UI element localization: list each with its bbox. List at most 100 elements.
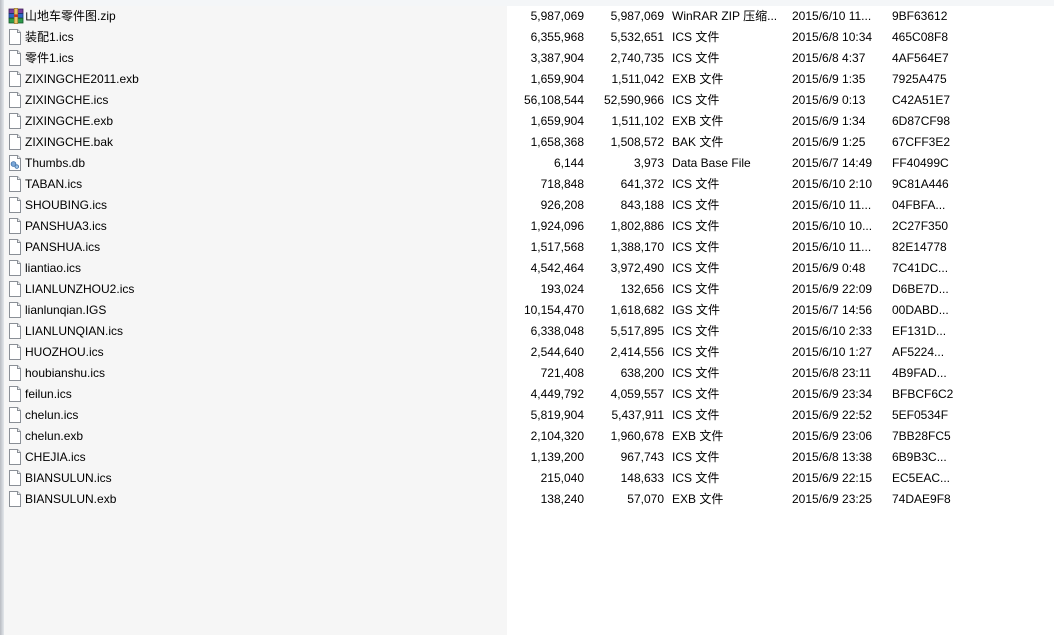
file-row[interactable]: houbianshu.ics 721,408 638,200 ICS 文件 2015/6… (4, 363, 964, 384)
file-packed: 5,437,911 (611, 408, 665, 422)
file-name: LIANLUNQIAN.ics (25, 324, 124, 338)
file-size: 138,240 (540, 492, 584, 506)
file-packed: 148,633 (620, 471, 664, 485)
blank-file-icon (8, 134, 22, 150)
file-name: ZIXINGCHE.exb (25, 114, 114, 128)
file-size: 718,848 (540, 177, 584, 191)
file-packed: 2,414,556 (610, 345, 664, 359)
file-type: EXB 文件 (672, 72, 724, 86)
file-size: 4,542,464 (530, 261, 584, 275)
blank-file-icon (8, 113, 22, 129)
file-type: EXB 文件 (672, 492, 724, 506)
file-type: BAK 文件 (672, 135, 724, 149)
file-type: ICS 文件 (672, 240, 720, 254)
file-row[interactable]: ZIXINGCHE.bak 1,658,368 1,508,572 BAK 文件 201… (4, 132, 964, 153)
file-row[interactable]: chelun.ics 5,819,904 5,437,911 ICS 文件 2015/6… (4, 405, 964, 426)
file-size: 1,659,904 (530, 72, 584, 86)
file-size: 6,144 (553, 156, 584, 170)
file-size: 2,104,320 (530, 429, 584, 443)
file-modified: 2015/6/9 23:06 (792, 429, 873, 443)
file-packed: 843,188 (620, 198, 664, 212)
file-modified: 2015/6/9 1:25 (792, 135, 866, 149)
file-size: 4,449,792 (530, 387, 584, 401)
file-crc: EF131D... (892, 324, 947, 338)
file-modified: 2015/6/7 14:49 (792, 156, 873, 170)
file-type: ICS 文件 (672, 93, 720, 107)
file-type: ICS 文件 (672, 261, 720, 275)
winrar-archive-icon (8, 8, 24, 24)
file-name: BIANSULUN.ics (25, 471, 112, 485)
file-type: ICS 文件 (672, 198, 720, 212)
file-row[interactable]: HUOZHOU.ics 2,544,640 2,414,556 ICS 文件 2015/… (4, 342, 964, 363)
file-modified: 2015/6/9 23:34 (792, 387, 873, 401)
file-type: ICS 文件 (672, 450, 720, 464)
file-modified: 2015/6/7 14:56 (792, 303, 873, 317)
file-packed: 4,059,557 (610, 387, 664, 401)
file-modified: 2015/6/10 10... (792, 219, 873, 233)
blank-file-icon (8, 491, 22, 507)
file-row[interactable]: Thumbs.db 6,144 3,973 Data Base File 2015/6/… (4, 153, 964, 174)
file-name: BIANSULUN.exb (25, 492, 117, 506)
file-modified: 2015/6/10 2:33 (792, 324, 873, 338)
file-size: 193,024 (540, 282, 584, 296)
blank-file-icon (8, 470, 22, 486)
file-row[interactable]: feilun.ics 4,449,792 4,059,557 ICS 文件 2015/6… (4, 384, 964, 405)
blank-file-icon (8, 281, 22, 297)
file-modified: 2015/6/8 13:38 (792, 450, 873, 464)
file-row[interactable]: 装配1.ics 6,355,968 5,532,651 ICS 文件 2015/6/8 … (4, 27, 964, 48)
file-crc: 00DABD... (892, 303, 949, 317)
file-row[interactable]: 山地车零件图.zip 5,987,069 5,987,069 WinRAR ZIP 压… (4, 6, 964, 27)
blank-file-icon (8, 71, 22, 87)
blank-file-icon (8, 386, 22, 402)
file-modified: 2015/6/9 22:15 (792, 471, 873, 485)
file-type: ICS 文件 (672, 30, 720, 44)
file-size: 215,040 (540, 471, 584, 485)
file-row[interactable]: ZIXINGCHE.ics 56,108,544 52,590,966 ICS 文件 2… (4, 90, 964, 111)
blank-file-icon (8, 92, 22, 108)
file-modified: 2015/6/10 1:27 (792, 345, 873, 359)
file-row[interactable]: ZIXINGCHE2011.exb 1,659,904 1,511,042 EXB 文… (4, 69, 964, 90)
file-modified: 2015/6/8 23:11 (792, 366, 872, 380)
file-name: CHEJIA.ics (25, 450, 86, 464)
file-size: 56,108,544 (523, 93, 584, 107)
file-row[interactable]: 零件1.ics 3,387,904 2,740,735 ICS 文件 2015/6/8 … (4, 48, 964, 69)
file-row[interactable]: TABAN.ics 718,848 641,372 ICS 文件 2015/6/10 2… (4, 174, 964, 195)
file-row[interactable]: PANSHUA3.ics 1,924,096 1,802,886 ICS 文件 2015… (4, 216, 964, 237)
file-list: 山地车零件图.zip 5,987,069 5,987,069 WinRAR ZIP 压… (4, 6, 964, 510)
file-modified: 2015/6/10 11... (792, 198, 872, 212)
file-crc: EC5EAC... (892, 471, 951, 485)
file-crc: 04FBFA... (892, 198, 946, 212)
file-name: LIANLUNZHOU2.ics (25, 282, 135, 296)
file-packed: 1,511,102 (611, 114, 665, 128)
file-crc: BFBCF6C2 (892, 387, 954, 401)
file-row[interactable]: ZIXINGCHE.exb 1,659,904 1,511,102 EXB 文件 201… (4, 111, 964, 132)
file-name: 装配1.ics (25, 30, 74, 44)
file-row[interactable]: liantiao.ics 4,542,464 3,972,490 ICS 文件 2015… (4, 258, 964, 279)
file-row[interactable]: lianlunqian.IGS 10,154,470 1,618,682 IGS 文件… (4, 300, 964, 321)
file-packed: 1,508,572 (610, 135, 664, 149)
file-crc: 7C41DC... (892, 261, 949, 275)
blank-file-icon (8, 50, 22, 66)
file-packed: 1,618,682 (610, 303, 664, 317)
file-crc: 82E14778 (892, 240, 947, 254)
file-row[interactable]: CHEJIA.ics 1,139,200 967,743 ICS 文件 2015/6/8… (4, 447, 964, 468)
file-row[interactable]: LIANLUNZHOU2.ics 193,024 132,656 ICS 文件 2015… (4, 279, 964, 300)
file-row[interactable]: chelun.exb 2,104,320 1,960,678 EXB 文件 2015/6… (4, 426, 964, 447)
file-row[interactable]: LIANLUNQIAN.ics 6,338,048 5,517,895 ICS 文件 2… (4, 321, 964, 342)
file-row[interactable]: BIANSULUN.ics 215,040 148,633 ICS 文件 2015/6/… (4, 468, 964, 489)
file-size: 1,659,904 (530, 114, 584, 128)
file-name: SHOUBING.ics (25, 198, 108, 212)
file-name: feilun.ics (25, 387, 72, 401)
file-row[interactable]: PANSHUA.ics 1,517,568 1,388,170 ICS 文件 2015/… (4, 237, 964, 258)
file-size: 3,387,904 (530, 51, 584, 65)
file-type: ICS 文件 (672, 282, 720, 296)
blank-file-icon (8, 428, 22, 444)
file-crc: FF40499C (892, 156, 949, 170)
file-packed: 641,372 (620, 177, 664, 191)
file-packed: 3,972,490 (610, 261, 664, 275)
file-row[interactable]: BIANSULUN.exb 138,240 57,070 EXB 文件 2015/6/9… (4, 489, 964, 510)
file-size: 721,408 (540, 366, 584, 380)
file-type: ICS 文件 (672, 345, 720, 359)
file-row[interactable]: SHOUBING.ics 926,208 843,188 ICS 文件 2015/6/1… (4, 195, 964, 216)
file-size: 10,154,470 (523, 303, 584, 317)
